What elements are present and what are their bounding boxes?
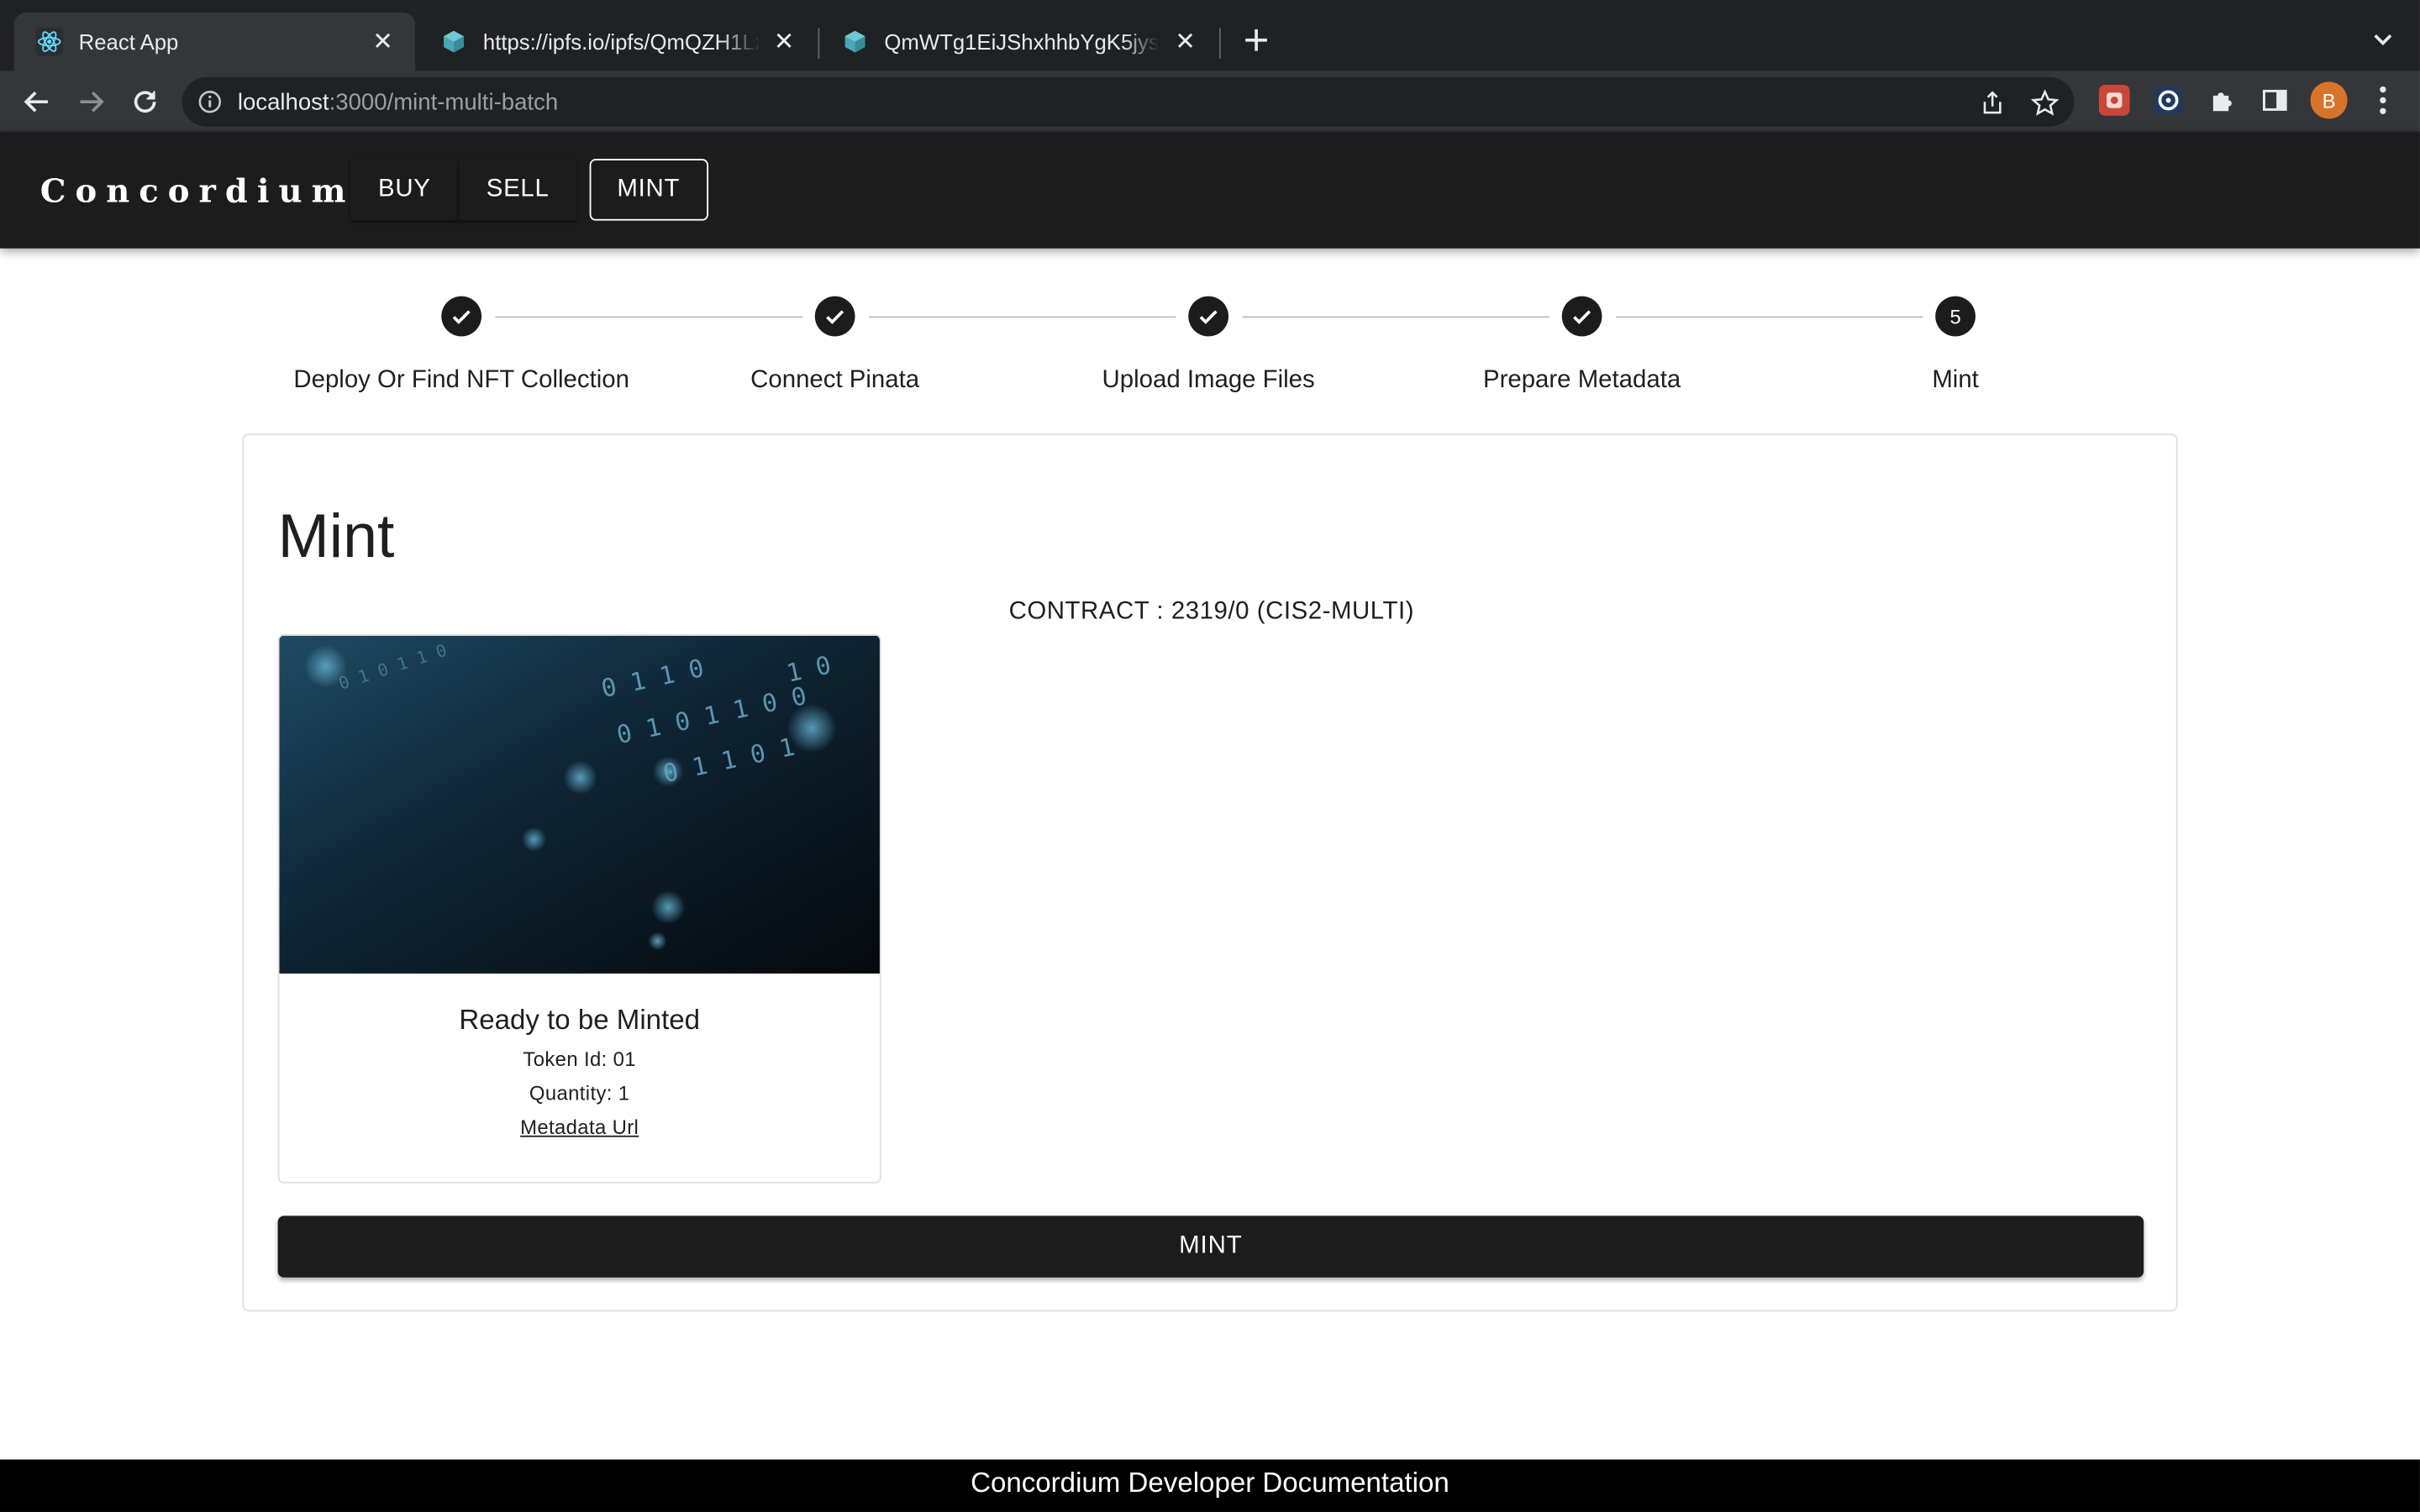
check-icon: [814, 296, 855, 337]
browser-tab-title: QmWTg1EiJShxhhbYgK5jysXSY: [884, 29, 1160, 55]
close-icon[interactable]: ✕: [771, 28, 798, 55]
nav-mint-button[interactable]: MINT: [589, 159, 708, 221]
side-panel-icon[interactable]: [2260, 85, 2291, 116]
mint-button[interactable]: MINT: [277, 1215, 2144, 1278]
check-icon: [441, 296, 482, 337]
step-deploy-collection: Deploy Or Find NFT Collection: [275, 296, 648, 396]
token-status: Ready to be Minted: [459, 1004, 701, 1036]
page-title: Mint: [277, 502, 395, 571]
nav-sell-button[interactable]: SELL: [459, 159, 577, 220]
check-icon: [1561, 296, 1602, 337]
nav-buy-button[interactable]: BUY: [350, 159, 459, 220]
token-id: Token Id: 01: [523, 1047, 636, 1071]
extension-concordium-icon[interactable]: [2153, 85, 2184, 116]
step-label: Connect Pinata: [750, 367, 920, 394]
tab-separator: [1218, 28, 1221, 59]
step-label: Mint: [1932, 367, 1979, 394]
metadata-url-link[interactable]: Metadata Url: [520, 1116, 639, 1139]
step-mint: 5 Mint: [1769, 296, 2142, 396]
chevron-down-icon[interactable]: [2365, 22, 2402, 59]
screen: React App ✕ https://ipfs.io/ipfs/QmQZH1L…: [0, 0, 2420, 1512]
token-quantity: Quantity: 1: [529, 1081, 630, 1105]
step-prepare-metadata: Prepare Metadata: [1395, 296, 1768, 396]
site-info-icon[interactable]: [197, 90, 222, 114]
contract-label: CONTRACT : 2319/0 (CIS2-MULTI): [1008, 598, 1415, 625]
browser-tabstrip: React App ✕ https://ipfs.io/ipfs/QmQZH1L…: [0, 0, 2420, 71]
step-label: Prepare Metadata: [1482, 367, 1681, 394]
back-arrow-icon[interactable]: [15, 81, 58, 123]
forward-arrow-icon[interactable]: [70, 81, 113, 123]
check-icon: [1188, 296, 1229, 337]
url-text: localhost:3000/mint-multi-batch: [238, 90, 558, 116]
step-label: Upload Image Files: [1102, 367, 1315, 394]
step-upload-images: Upload Image Files: [1022, 296, 1395, 396]
browser-tab-title: https://ipfs.io/ipfs/QmQZH1LzC: [482, 29, 758, 55]
token-image: 0 1 1 0 1 0 0 1 0 1 1 0 0 0 1 1 0 1 0 1 …: [279, 635, 880, 974]
browser-menu-icon[interactable]: [2369, 83, 2396, 117]
step-label: Deploy Or Find NFT Collection: [293, 367, 629, 394]
extensions-puzzle-icon[interactable]: [2207, 85, 2238, 116]
footer-docs-link[interactable]: Concordium Developer Documentation: [0, 1459, 2420, 1512]
new-tab-plus-icon[interactable]: [1238, 22, 1275, 59]
address-bar[interactable]: localhost:3000/mint-multi-batch: [182, 76, 2075, 127]
browser-tab-ipfs-cid[interactable]: QmWTg1EiJShxhhbYgK5jysXSY ✕: [819, 13, 1218, 71]
ipfs-cube-icon: [439, 28, 467, 55]
ipfs-cube-icon: [841, 28, 869, 55]
profile-avatar[interactable]: B: [2310, 81, 2348, 119]
share-icon[interactable]: [1979, 90, 2007, 118]
bookmark-star-icon[interactable]: [2031, 89, 2060, 118]
url-host: localhost: [237, 89, 329, 116]
step-connect-pinata: Connect Pinata: [648, 296, 1021, 396]
mint-stepper: Deploy Or Find NFT Collection Connect Pi…: [275, 296, 2145, 405]
token-card: 0 1 1 0 1 0 0 1 0 1 1 0 0 0 1 1 0 1 0 1 …: [277, 633, 881, 1184]
browser-toolbar: localhost:3000/mint-multi-batch: [0, 71, 2420, 133]
browser-tab-title: React App: [78, 29, 179, 55]
react-icon: [35, 28, 64, 56]
browser-tab-ipfs[interactable]: https://ipfs.io/ipfs/QmQZH1LzC ✕: [418, 13, 817, 71]
step-number: 5: [1935, 296, 1975, 337]
mint-panel: Mint CONTRACT : 2319/0 (CIS2-MULTI) 0 1 …: [242, 433, 2178, 1312]
brand-logo[interactable]: Concordium: [40, 171, 355, 210]
reload-icon[interactable]: [124, 81, 166, 123]
browser-tab-react-app[interactable]: React App ✕: [13, 12, 416, 71]
extension-red-icon[interactable]: [2098, 85, 2130, 116]
url-path: :3000/mint-multi-batch: [329, 89, 559, 116]
close-icon[interactable]: ✕: [1171, 28, 1199, 55]
app-header: Concordium BUY SELL MINT: [0, 132, 2420, 249]
close-icon[interactable]: ✕: [369, 28, 397, 55]
main-nav: BUY SELL MINT: [350, 159, 708, 221]
